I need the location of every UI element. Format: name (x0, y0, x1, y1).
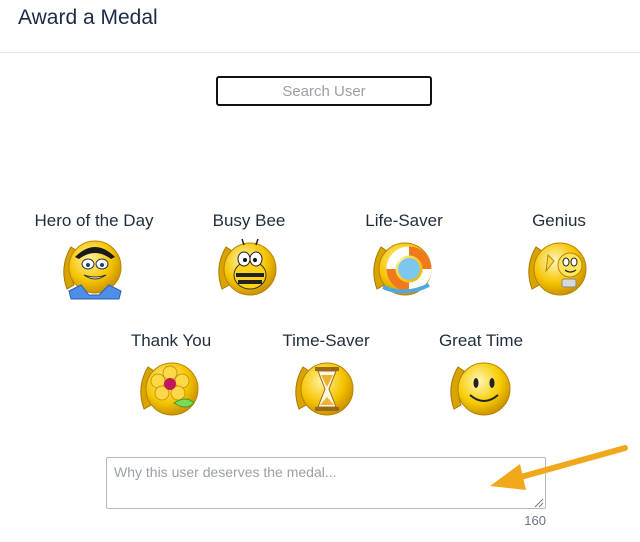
lifebuoy-medal-icon (373, 242, 432, 296)
flower-medal-icon (140, 362, 199, 416)
pointer-arrow-icon (490, 445, 628, 490)
medal-hero-of-the-day[interactable]: Hero of the Day (29, 211, 159, 301)
character-counter: 160 (524, 513, 546, 528)
medal-label: Thank You (130, 331, 212, 350)
bee-medal-icon (218, 238, 277, 296)
search-user-input[interactable] (216, 76, 432, 106)
medal-label: Genius (532, 211, 586, 230)
genius-medal-icon (528, 242, 587, 296)
medal-time-saver[interactable]: Time-Saver (261, 331, 391, 421)
medal-label: Great Time (438, 331, 524, 350)
medal-great-time[interactable]: Great Time (416, 331, 546, 421)
medal-life-saver[interactable]: Life-Saver (339, 211, 469, 301)
medal-label: Time-Saver (282, 331, 370, 350)
header: Award a Medal (0, 0, 640, 53)
medal-busy-bee[interactable]: Busy Bee (184, 211, 314, 301)
medal-thank-you[interactable]: Thank You (106, 331, 236, 421)
medal-genius[interactable]: Genius (494, 211, 624, 301)
hero-medal-icon (63, 240, 122, 300)
hourglass-medal-icon (295, 362, 354, 416)
medal-label: Busy Bee (212, 211, 286, 230)
page-title: Award a Medal (18, 6, 158, 29)
medal-label: Hero of the Day (34, 211, 154, 230)
medal-label: Life-Saver (365, 211, 443, 230)
resize-handle-icon[interactable] (532, 496, 544, 508)
smiley-medal-icon (450, 362, 511, 416)
